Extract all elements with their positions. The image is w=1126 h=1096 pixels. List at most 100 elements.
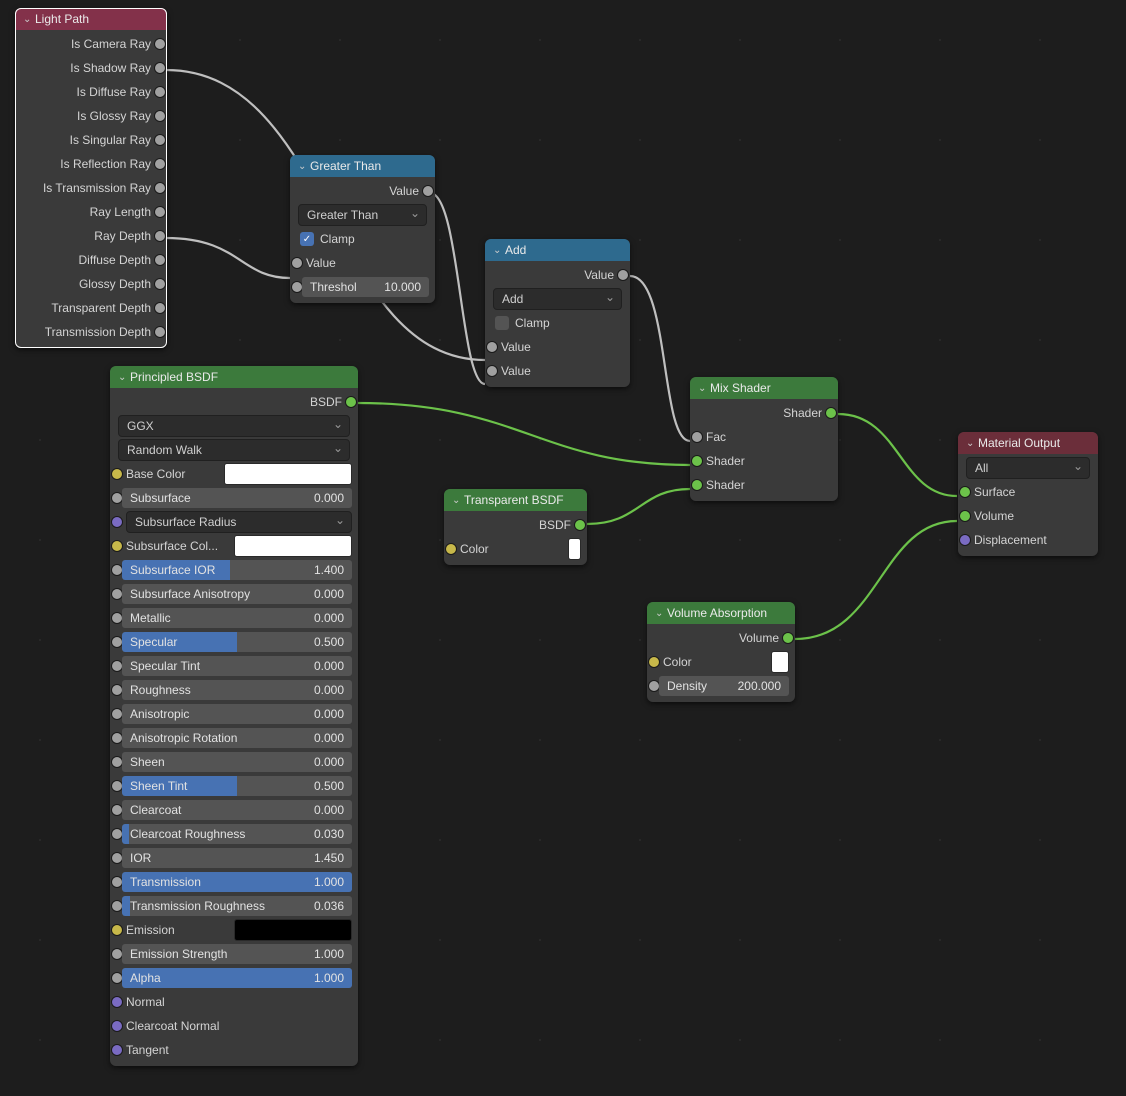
socket-out[interactable] bbox=[154, 326, 166, 338]
node-transparent-bsdf[interactable]: ⌄ Transparent BSDF BSDF Color bbox=[444, 489, 587, 565]
node-light-path[interactable]: ⌄ Light Path Is Camera RayIs Shadow RayI… bbox=[15, 8, 167, 348]
node-header[interactable]: ⌄ Mix Shader bbox=[690, 377, 838, 399]
socket-out[interactable] bbox=[154, 206, 166, 218]
input-color[interactable]: Color bbox=[653, 652, 789, 672]
socket-in[interactable] bbox=[959, 510, 971, 522]
operation-dropdown[interactable]: Add bbox=[493, 288, 622, 310]
slider-specular-tint[interactable]: Specular Tint0.000 bbox=[116, 656, 352, 676]
socket-in[interactable] bbox=[691, 479, 703, 491]
subsurface-method-dropdown[interactable]: Random Walk bbox=[118, 439, 350, 461]
socket-out[interactable] bbox=[825, 407, 837, 419]
socket-out[interactable] bbox=[154, 110, 166, 122]
node-greater-than[interactable]: ⌄ Greater Than Value Greater Than ✓ Clam… bbox=[290, 155, 435, 303]
socket-in[interactable] bbox=[486, 341, 498, 353]
node-mix-shader[interactable]: ⌄ Mix Shader Shader Fac Shader Shader bbox=[690, 377, 838, 501]
socket-out[interactable] bbox=[154, 230, 166, 242]
slider-subsurface[interactable]: Subsurface0.000 bbox=[116, 488, 352, 508]
distribution-dropdown[interactable]: GGX bbox=[118, 415, 350, 437]
socket-out[interactable] bbox=[154, 38, 166, 50]
slider-anisotropic[interactable]: Anisotropic0.000 bbox=[116, 704, 352, 724]
output-bsdf: BSDF bbox=[450, 515, 581, 535]
socket-in[interactable] bbox=[691, 431, 703, 443]
output-is-shadow-ray: Is Shadow Ray bbox=[21, 58, 161, 78]
density-field[interactable]: Density 200.000 bbox=[653, 676, 789, 696]
target-dropdown[interactable]: All bbox=[966, 457, 1090, 479]
color-swatch[interactable] bbox=[771, 651, 789, 673]
node-header[interactable]: ⌄ Volume Absorption bbox=[647, 602, 795, 624]
socket-out[interactable] bbox=[154, 278, 166, 290]
input-color[interactable]: Color bbox=[450, 539, 581, 559]
socket-in[interactable] bbox=[445, 543, 457, 555]
socket-in[interactable] bbox=[111, 516, 123, 528]
socket-out[interactable] bbox=[154, 158, 166, 170]
node-header[interactable]: ⌄ Principled BSDF bbox=[110, 366, 358, 388]
socket-out[interactable] bbox=[574, 519, 586, 531]
base-color-field[interactable]: Base Color bbox=[116, 464, 352, 484]
node-principled-bsdf[interactable]: ⌄ Principled BSDF BSDF GGX Random Walk B… bbox=[110, 366, 358, 1066]
socket-in[interactable] bbox=[291, 257, 303, 269]
slider-metallic[interactable]: Metallic0.000 bbox=[116, 608, 352, 628]
socket-out[interactable] bbox=[422, 185, 434, 197]
emission-field[interactable]: Emission bbox=[116, 920, 352, 940]
socket-in[interactable] bbox=[111, 924, 123, 936]
socket-in[interactable] bbox=[111, 1044, 123, 1056]
slider-transmission[interactable]: Transmission1.000 bbox=[116, 872, 352, 892]
slider-subsurface-anisotropy[interactable]: Subsurface Anisotropy0.000 bbox=[116, 584, 352, 604]
slider-clearcoat-roughness[interactable]: Clearcoat Roughness0.030 bbox=[116, 824, 352, 844]
color-swatch[interactable] bbox=[234, 919, 352, 941]
output-value: Value bbox=[296, 181, 429, 201]
slider-clearcoat[interactable]: Clearcoat0.000 bbox=[116, 800, 352, 820]
slider-sheen-tint[interactable]: Sheen Tint0.500 bbox=[116, 776, 352, 796]
socket-out[interactable] bbox=[154, 254, 166, 266]
socket-in[interactable] bbox=[111, 468, 123, 480]
slider-sheen[interactable]: Sheen0.000 bbox=[116, 752, 352, 772]
chevron-down-icon: ⌄ bbox=[655, 608, 667, 619]
socket-in[interactable] bbox=[959, 486, 971, 498]
socket-out[interactable] bbox=[345, 396, 357, 408]
node-material-output[interactable]: ⌄ Material Output All Surface Volume Dis… bbox=[958, 432, 1098, 556]
slider-ior[interactable]: IOR1.450 bbox=[116, 848, 352, 868]
node-header[interactable]: ⌄ Add bbox=[485, 239, 630, 261]
socket-out[interactable] bbox=[154, 134, 166, 146]
node-header[interactable]: ⌄ Material Output bbox=[958, 432, 1098, 454]
node-add[interactable]: ⌄ Add Value Add Clamp Value Value bbox=[485, 239, 630, 387]
socket-in[interactable] bbox=[111, 996, 123, 1008]
slider-transmission-roughness[interactable]: Transmission Roughness0.036 bbox=[116, 896, 352, 916]
dropdown[interactable]: Subsurface Radius bbox=[126, 511, 352, 533]
slider-anisotropic-rotation[interactable]: Anisotropic Rotation0.000 bbox=[116, 728, 352, 748]
slider-emission-strength[interactable]: Emission Strength1.000 bbox=[116, 944, 352, 964]
node-header[interactable]: ⌄ Transparent BSDF bbox=[444, 489, 587, 511]
color-swatch[interactable] bbox=[234, 535, 352, 557]
subsurface-col-field[interactable]: Subsurface Col... bbox=[116, 536, 352, 556]
socket-in[interactable] bbox=[959, 534, 971, 546]
socket-in[interactable] bbox=[111, 540, 123, 552]
clamp-checkbox-row[interactable]: ✓ Clamp bbox=[296, 229, 429, 249]
socket-out[interactable] bbox=[617, 269, 629, 281]
socket-out[interactable] bbox=[154, 182, 166, 194]
node-header[interactable]: ⌄ Greater Than bbox=[290, 155, 435, 177]
socket-out[interactable] bbox=[154, 86, 166, 98]
operation-dropdown[interactable]: Greater Than bbox=[298, 204, 427, 226]
socket-in[interactable] bbox=[486, 365, 498, 377]
slider-specular[interactable]: Specular0.500 bbox=[116, 632, 352, 652]
output-glossy-depth: Glossy Depth bbox=[21, 274, 161, 294]
subsurface-radius-field[interactable]: Subsurface Radius bbox=[116, 512, 352, 532]
socket-in[interactable] bbox=[111, 1020, 123, 1032]
node-volume-absorption[interactable]: ⌄ Volume Absorption Volume Color Density… bbox=[647, 602, 795, 702]
node-header[interactable]: ⌄ Light Path bbox=[15, 8, 167, 30]
socket-out[interactable] bbox=[154, 302, 166, 314]
socket-out[interactable] bbox=[154, 62, 166, 74]
threshold-field[interactable]: Threshol 10.000 bbox=[296, 277, 429, 297]
chevron-down-icon: ⌄ bbox=[298, 161, 310, 172]
slider-alpha[interactable]: Alpha1.000 bbox=[116, 968, 352, 988]
socket-in[interactable] bbox=[648, 656, 660, 668]
slider-subsurface-ior[interactable]: Subsurface IOR1.400 bbox=[116, 560, 352, 580]
socket-in[interactable] bbox=[691, 455, 703, 467]
input-clearcoat-normal: Clearcoat Normal bbox=[116, 1016, 352, 1036]
socket-out[interactable] bbox=[782, 632, 794, 644]
slider-roughness[interactable]: Roughness0.000 bbox=[116, 680, 352, 700]
clamp-checkbox-row[interactable]: Clamp bbox=[491, 313, 624, 333]
output-is-diffuse-ray: Is Diffuse Ray bbox=[21, 82, 161, 102]
color-swatch[interactable] bbox=[224, 463, 352, 485]
color-swatch[interactable] bbox=[568, 538, 581, 560]
